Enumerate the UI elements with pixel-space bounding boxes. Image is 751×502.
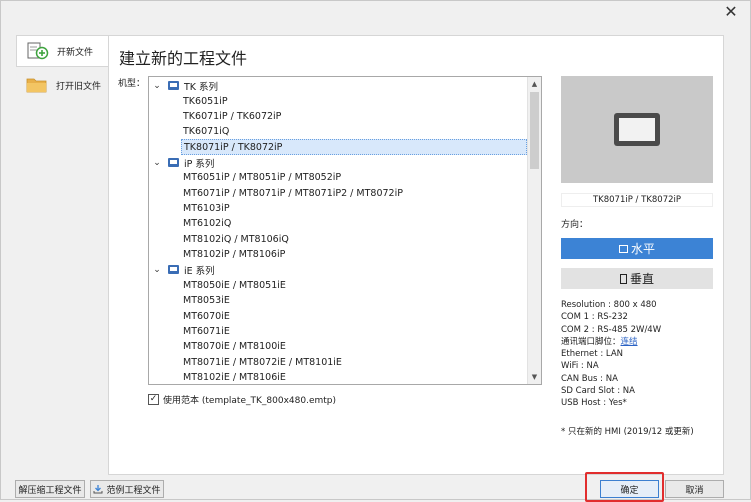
tree-item[interactable]: MT6102iQ — [149, 216, 231, 232]
tree-item[interactable]: MT8053iE — [149, 293, 230, 309]
main-panel: 建立新的工程文件 机型： ⌄ TK 系列 TK6051iP TK6071iP / TK… — [108, 35, 724, 475]
spec-wifi: WiFi : NA — [561, 361, 599, 372]
tree-group-label: iE 系列 — [184, 265, 215, 277]
tree-item[interactable]: MT6051iP / MT8051iP / MT8052iP — [149, 170, 341, 186]
tree-item[interactable]: TK6051iP — [149, 93, 228, 109]
side-nav: 开新文件 打开旧文件 — [16, 35, 108, 475]
cancel-button-label: 取消 — [685, 485, 704, 496]
page-title: 建立新的工程文件 — [119, 49, 248, 68]
new-file-icon — [27, 42, 49, 60]
nav-item-open-file-label: 打开旧文件 — [56, 81, 102, 92]
new-project-dialog: ✕ 开新文件 打开旧文件 建立新的工程文件 机型： ⌄ TK 系列 TK6051… — [0, 0, 751, 502]
model-tree: ⌄ TK 系列 TK6051iP TK6071iP / TK6072iP TK6071i… — [148, 76, 542, 385]
chevron-down-icon[interactable]: ⌄ — [152, 158, 162, 168]
vertical-button[interactable]: 垂直 — [561, 268, 713, 289]
landscape-icon — [618, 244, 628, 253]
tree-item[interactable]: MT8050iE / MT8051iE — [149, 278, 286, 294]
hmi-note: * 只在新的 HMI (2019/12 或更新) — [561, 427, 694, 437]
sample-projects-button[interactable]: 范例工程文件 — [90, 480, 164, 498]
tree-item[interactable]: MT8070iE / MT8100iE — [149, 339, 286, 355]
spec-pinout: 通讯端口脚位：连结 — [561, 336, 661, 348]
spec-com1: COM 1 : RS-232 — [561, 312, 628, 323]
orientation-label: 方向： — [561, 220, 589, 230]
tree-item[interactable]: MT8102iP / MT8106iP — [149, 247, 285, 263]
spec-canbus: CAN Bus : NA — [561, 373, 618, 384]
series-icon — [168, 81, 179, 91]
spec-resolution: Resolution : 800 x 480 — [561, 300, 657, 310]
ok-button-highlight — [585, 472, 664, 502]
nav-item-new-file-label: 开新文件 — [57, 47, 94, 58]
pinout-link[interactable]: 连结 — [621, 337, 638, 347]
chevron-down-icon[interactable]: ⌄ — [152, 81, 162, 91]
tree-group[interactable]: ⌄ TK 系列 — [149, 78, 218, 94]
sample-projects-label: 范例工程文件 — [106, 485, 161, 496]
spec-sdcard: SD Card Slot : NA — [561, 386, 635, 397]
hmi-device-image — [614, 113, 660, 146]
horizontal-button[interactable]: 水平 — [561, 238, 713, 259]
device-specs: Resolution : 800 x 480 COM 1 : RS-232 CO… — [561, 299, 661, 410]
series-icon — [168, 158, 179, 167]
device-preview — [561, 76, 713, 183]
use-template-checkbox[interactable]: ✓ — [148, 394, 159, 405]
tree-group[interactable]: ⌄ iP 系列 — [149, 155, 214, 171]
chevron-down-icon[interactable]: ⌄ — [152, 265, 162, 275]
tree-group-label: iP 系列 — [184, 158, 215, 170]
tree-item[interactable]: MT8102iQ / MT8106iQ — [149, 232, 289, 248]
tree-item[interactable]: MT8102iE / MT8106iE — [149, 370, 286, 384]
nav-item-open-file[interactable]: 打开旧文件 — [16, 69, 108, 101]
download-icon — [93, 484, 103, 494]
unzip-project-button[interactable]: 解压缩工程文件 — [15, 480, 85, 498]
tree-group-label: TK 系列 — [184, 81, 219, 93]
tree-group[interactable]: ⌄ iE 系列 — [149, 262, 215, 278]
tree-item[interactable]: MT6070iE — [149, 308, 230, 324]
scroll-up-icon[interactable]: ▲ — [528, 77, 541, 91]
tree-item[interactable]: TK8071iP / TK8072iP — [181, 139, 527, 155]
scroll-down-icon[interactable]: ▼ — [528, 370, 541, 384]
portrait-icon — [619, 273, 627, 284]
horizontal-button-label: 水平 — [630, 242, 655, 256]
tree-item[interactable]: MT8071iE / MT8072iE / MT8101iE — [149, 354, 342, 370]
spec-com2: COM 2 : RS-485 2W/4W — [561, 324, 662, 335]
preview-model-name: TK8071iP / TK8072iP — [561, 193, 713, 207]
tree-item[interactable]: TK6071iQ — [149, 124, 229, 140]
tree-item[interactable]: TK6071iP / TK6072iP — [149, 109, 281, 125]
vertical-button-label: 垂直 — [629, 272, 654, 286]
series-icon — [168, 265, 179, 275]
tree-scrollbar[interactable]: ▲ ▼ — [527, 77, 541, 384]
tree-item[interactable]: MT6071iE — [149, 324, 230, 340]
tree-item[interactable]: MT6103iP — [149, 201, 230, 217]
model-label: 机型： — [118, 79, 146, 89]
tree-item[interactable]: MT6071iP / MT8071iP / MT8071iP2 / MT8072… — [149, 185, 403, 201]
spec-ethernet: Ethernet : LAN — [561, 349, 623, 360]
spec-pinout-label: 通讯端口脚位： — [561, 336, 621, 347]
folder-icon — [26, 76, 48, 94]
use-template-label: 使用范本 (template_TK_800x480.emtp) — [163, 396, 336, 406]
cancel-button[interactable]: 取消 — [665, 480, 724, 498]
unzip-project-label: 解压缩工程文件 — [18, 485, 82, 496]
scrollbar-thumb[interactable] — [530, 92, 539, 169]
close-icon[interactable]: ✕ — [724, 4, 738, 20]
nav-item-new-file[interactable]: 开新文件 — [16, 35, 108, 67]
use-template-checkbox-row[interactable]: ✓ 使用范本 (template_TK_800x480.emtp) — [148, 393, 336, 406]
spec-usbhost: USB Host : Yes* — [561, 398, 627, 409]
